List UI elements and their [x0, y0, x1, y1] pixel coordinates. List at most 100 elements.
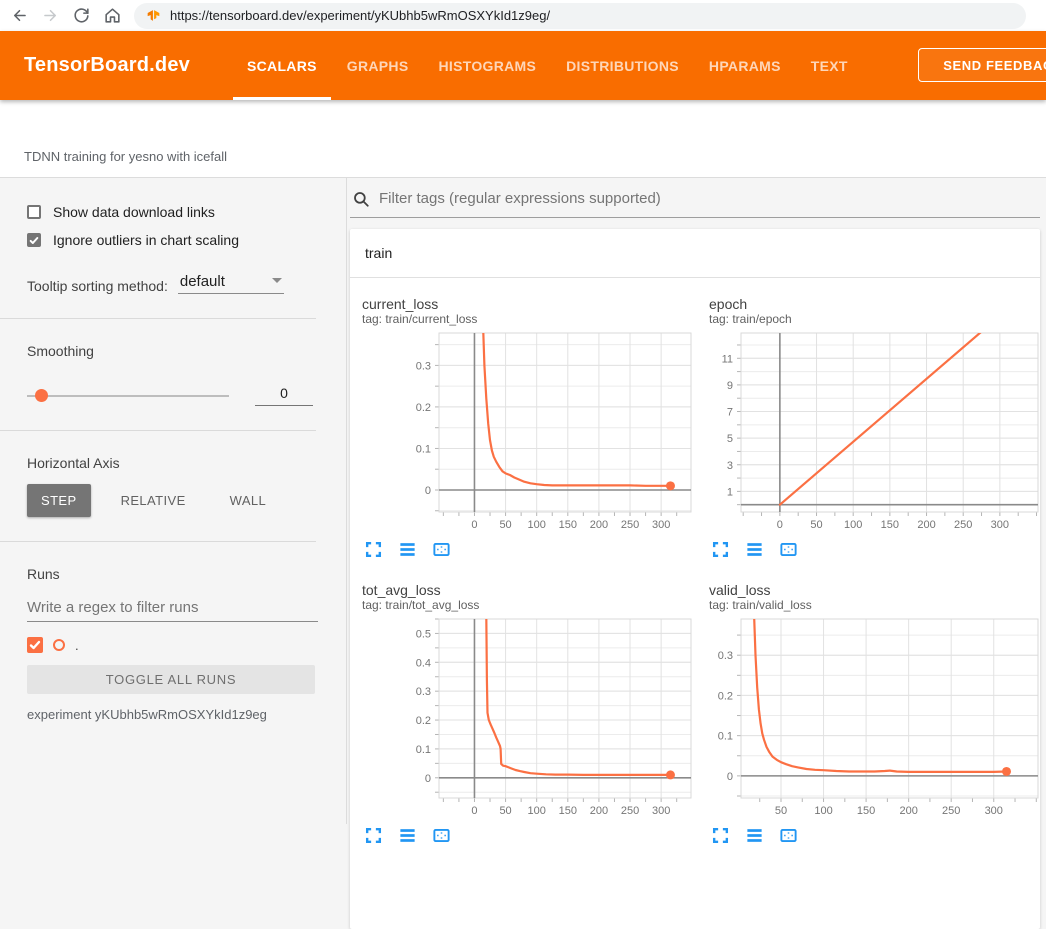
experiment-title: TDNN training for yesno with icefall	[24, 149, 227, 164]
svg-text:150: 150	[857, 805, 875, 817]
train-section-label: train	[365, 245, 392, 261]
run-row[interactable]: .	[27, 637, 346, 653]
chart-card-tot_avg_loss: tot_avg_losstag: train/tot_avg_loss00.10…	[354, 576, 699, 846]
url-text: https://tensorboard.dev/experiment/yKUbh…	[170, 8, 550, 23]
show-download-links-row[interactable]: Show data download links	[27, 204, 346, 220]
tab-graphs[interactable]: GRAPHS	[332, 31, 424, 100]
brand-logo[interactable]: TensorBoard.dev	[24, 54, 190, 77]
fit-domain-icon[interactable]	[432, 826, 451, 845]
svg-text:0.1: 0.1	[416, 443, 431, 455]
run-name: .	[75, 638, 79, 653]
tag-filter-input[interactable]	[377, 189, 1038, 208]
chart-plot-current_loss[interactable]: 00.10.20.3050100150200250300	[354, 329, 694, 534]
experiment-subtitle-bar: TDNN training for yesno with icefall	[0, 100, 1046, 178]
reload-icon[interactable]	[72, 6, 91, 25]
svg-text:300: 300	[652, 519, 670, 531]
ignore-outliers-checkbox[interactable]	[27, 233, 41, 247]
smoothing-label: Smoothing	[27, 343, 346, 359]
chart-actions	[364, 540, 699, 560]
tooltip-sorting-select[interactable]: default	[178, 273, 284, 294]
smoothing-slider-thumb[interactable]	[35, 389, 48, 402]
svg-text:50: 50	[775, 805, 787, 817]
fit-domain-icon[interactable]	[779, 540, 798, 559]
svg-text:0: 0	[471, 519, 477, 531]
train-section-card: train current_losstag: train/current_los…	[350, 229, 1040, 929]
back-icon[interactable]	[10, 6, 29, 25]
chart-tag: tag: train/epoch	[709, 312, 1040, 326]
svg-text:200: 200	[590, 519, 608, 531]
chart-title: current_loss	[362, 296, 699, 312]
runs-selector-icon[interactable]	[398, 540, 417, 559]
address-bar[interactable]: https://tensorboard.dev/experiment/yKUbh…	[134, 3, 1026, 29]
svg-text:100: 100	[528, 805, 546, 817]
svg-text:0.4: 0.4	[416, 657, 431, 669]
chart-actions	[364, 826, 699, 846]
runs-selector-icon[interactable]	[745, 540, 764, 559]
svg-text:0.3: 0.3	[416, 686, 431, 698]
svg-text:250: 250	[954, 519, 972, 531]
chart-tag: tag: train/valid_loss	[709, 598, 1040, 612]
smoothing-slider[interactable]	[27, 395, 229, 397]
expand-chart-icon[interactable]	[364, 540, 383, 559]
svg-text:0.2: 0.2	[416, 402, 431, 414]
svg-text:0: 0	[425, 485, 431, 497]
svg-text:150: 150	[881, 519, 899, 531]
svg-text:5: 5	[727, 433, 733, 445]
expand-chart-icon[interactable]	[364, 826, 383, 845]
smoothing-value-field[interactable]: 0	[255, 385, 313, 406]
axis-step-button[interactable]: STEP	[27, 484, 91, 517]
svg-text:0: 0	[777, 519, 783, 531]
svg-text:300: 300	[985, 805, 1003, 817]
fit-domain-icon[interactable]	[779, 826, 798, 845]
chart-grid: current_losstag: train/current_loss 0 0.1 0…	[350, 278, 1040, 846]
tab-scalars[interactable]: SCALARS	[232, 31, 332, 100]
svg-text:50: 50	[810, 519, 822, 531]
svg-text:200: 200	[590, 805, 608, 817]
svg-text:3: 3	[727, 460, 733, 472]
send-feedback-button[interactable]: SEND FEEDBACK	[918, 48, 1046, 82]
runs-regex-input[interactable]	[27, 596, 318, 622]
chart-title: epoch	[709, 296, 1040, 312]
chart-title: tot_avg_loss	[362, 582, 699, 598]
tab-distributions[interactable]: DISTRIBUTIONS	[551, 31, 694, 100]
settings-sidebar: Show data download links Ignore outliers…	[0, 178, 347, 824]
ignore-outliers-row[interactable]: Ignore outliers in chart scaling	[27, 232, 346, 248]
chart-actions	[711, 826, 1040, 846]
svg-text:0.2: 0.2	[718, 690, 733, 702]
svg-text:9: 9	[727, 380, 733, 392]
main-panel: train current_losstag: train/current_los…	[347, 178, 1046, 824]
expand-chart-icon[interactable]	[711, 826, 730, 845]
svg-text:0.1: 0.1	[718, 731, 733, 743]
sidebar-divider	[0, 430, 316, 431]
runs-selector-icon[interactable]	[398, 826, 417, 845]
run-checkbox[interactable]	[27, 637, 43, 653]
run-color-swatch[interactable]	[53, 639, 65, 651]
tab-bar: SCALARS GRAPHS HISTOGRAMS DISTRIBUTIONS …	[232, 31, 863, 100]
chart-plot-epoch[interactable]: 1357911050100150200250300	[701, 329, 1040, 534]
sidebar-divider	[0, 318, 316, 319]
forward-icon[interactable]	[41, 6, 60, 25]
ignore-outliers-label: Ignore outliers in chart scaling	[53, 232, 239, 248]
sidebar-divider	[0, 541, 316, 542]
tab-text[interactable]: TEXT	[796, 31, 863, 100]
toggle-all-runs-button[interactable]: TOGGLE ALL RUNS	[27, 665, 315, 694]
fit-domain-icon[interactable]	[432, 540, 451, 559]
train-section-header[interactable]: train	[350, 229, 1040, 278]
svg-text:250: 250	[942, 805, 960, 817]
axis-relative-button[interactable]: RELATIVE	[107, 484, 200, 517]
runs-selector-icon[interactable]	[745, 826, 764, 845]
svg-text:0.1: 0.1	[416, 744, 431, 756]
tab-hparams[interactable]: HPARAMS	[694, 31, 796, 100]
chart-plot-tot_avg_loss[interactable]: 00.10.20.30.40.5050100150200250300	[354, 615, 694, 820]
axis-wall-button[interactable]: WALL	[216, 484, 281, 517]
horizontal-axis-toggle: STEP RELATIVE WALL	[27, 484, 346, 517]
chart-tag: tag: train/current_loss	[362, 312, 699, 326]
show-download-links-checkbox[interactable]	[27, 205, 41, 219]
svg-text:200: 200	[917, 519, 935, 531]
tab-histograms[interactable]: HISTOGRAMS	[423, 31, 551, 100]
expand-chart-icon[interactable]	[711, 540, 730, 559]
chart-plot-valid_loss[interactable]: 00.10.20.350100150200250300	[701, 615, 1040, 820]
home-icon[interactable]	[103, 6, 122, 25]
svg-text:100: 100	[528, 519, 546, 531]
svg-text:1: 1	[727, 486, 733, 498]
